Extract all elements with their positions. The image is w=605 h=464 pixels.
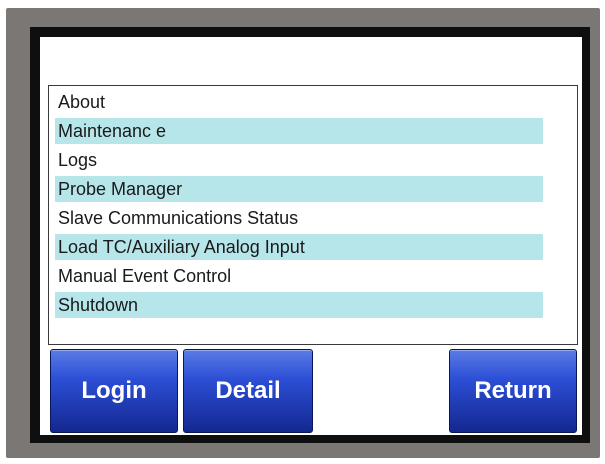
- detail-button[interactable]: Detail: [183, 349, 313, 433]
- menu-item-load-tc-auxiliary-analog-input[interactable]: Load TC/Auxiliary Analog Input: [55, 234, 543, 260]
- menu-item-manual-event-control[interactable]: Manual Event Control: [55, 263, 543, 289]
- menu-item-probe-manager[interactable]: Probe Manager: [55, 176, 543, 202]
- menu-item-shutdown[interactable]: Shutdown: [55, 292, 543, 318]
- menu-list: About Maintenanc e Logs Probe Manager Sl…: [48, 85, 578, 345]
- login-button[interactable]: Login: [50, 349, 178, 433]
- menu-item-logs[interactable]: Logs: [55, 147, 543, 173]
- return-button[interactable]: Return: [449, 349, 577, 433]
- menu-item-maintenance[interactable]: Maintenanc e: [55, 118, 543, 144]
- menu-item-slave-communications-status[interactable]: Slave Communications Status: [55, 205, 543, 231]
- button-bar: Login Detail Return: [48, 349, 580, 435]
- menu-item-about[interactable]: About: [55, 89, 543, 115]
